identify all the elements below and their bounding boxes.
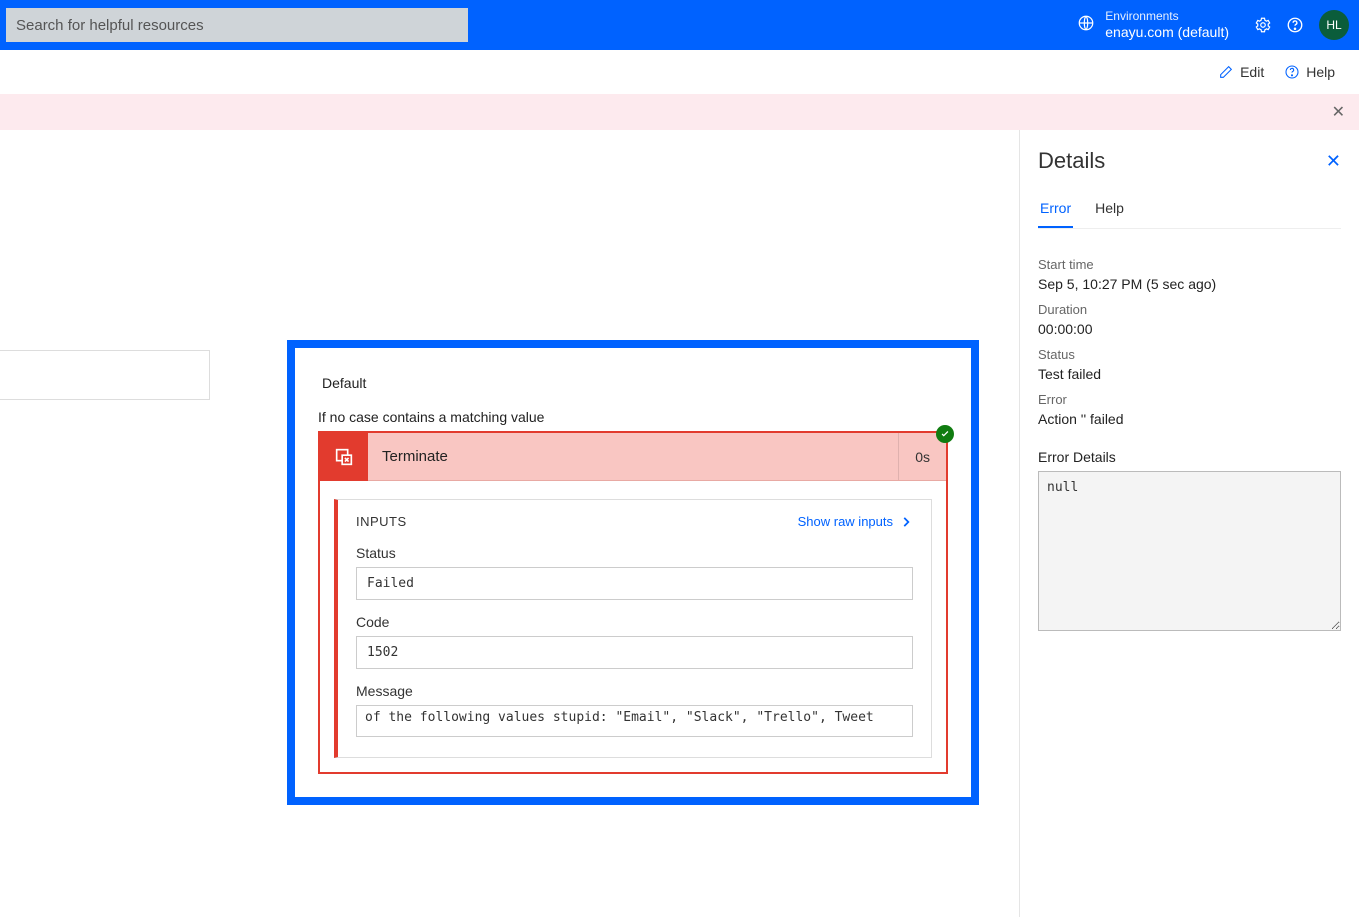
terminate-title: Terminate	[368, 448, 898, 465]
show-raw-inputs-label: Show raw inputs	[798, 514, 893, 529]
details-title: Details	[1038, 148, 1105, 174]
inputs-card: INPUTS Show raw inputs Status Failed Cod…	[334, 499, 932, 758]
environment-icon	[1077, 14, 1095, 37]
status-value: Failed	[356, 567, 913, 600]
tab-error[interactable]: Error	[1038, 194, 1073, 228]
environment-value: enayu.com (default)	[1105, 24, 1229, 41]
flow-selected-card[interactable]: Default If no case contains a matching v…	[287, 340, 979, 805]
details-close-button[interactable]: ✕	[1326, 151, 1341, 172]
details-tabs: Error Help	[1038, 194, 1341, 229]
environment-label: Environments	[1105, 9, 1229, 23]
edit-label: Edit	[1240, 64, 1264, 80]
environment-picker[interactable]: Environments enayu.com (default)	[1077, 9, 1229, 40]
message-label: Message	[356, 683, 913, 699]
duration-label: Duration	[1038, 302, 1341, 317]
status-detail-value: Test failed	[1038, 366, 1341, 382]
terminate-action[interactable]: Terminate 0s INPUTS Show raw inputs Stat…	[318, 431, 948, 774]
default-branch-label: Default	[322, 375, 948, 391]
code-label: Code	[356, 614, 913, 630]
error-label: Error	[1038, 392, 1341, 407]
case-description: If no case contains a matching value	[318, 409, 948, 425]
terminate-icon	[320, 433, 368, 481]
message-value[interactable]: of the following values stupid: "Email",…	[356, 705, 913, 737]
help-cmd-button[interactable]: Help	[1284, 64, 1335, 80]
help-button[interactable]	[1279, 9, 1311, 41]
main-area: Default If no case contains a matching v…	[0, 130, 1359, 917]
error-details-textarea[interactable]	[1038, 471, 1341, 631]
code-value: 1502	[356, 636, 913, 669]
error-value: Action '' failed	[1038, 411, 1341, 427]
top-bar: Environments enayu.com (default) HL	[0, 0, 1359, 50]
help-icon	[1284, 64, 1300, 80]
inputs-title: INPUTS	[356, 514, 407, 529]
duration-value: 00:00:00	[1038, 321, 1341, 337]
edit-icon	[1218, 64, 1234, 80]
command-bar: Edit Help	[0, 50, 1359, 94]
user-avatar[interactable]: HL	[1319, 10, 1349, 40]
edit-button[interactable]: Edit	[1218, 64, 1264, 80]
success-badge-icon	[936, 425, 954, 443]
help-cmd-label: Help	[1306, 64, 1335, 80]
start-time-value: Sep 5, 10:27 PM (5 sec ago)	[1038, 276, 1341, 292]
left-empty-card	[0, 350, 210, 400]
chevron-right-icon	[899, 515, 913, 529]
error-details-label: Error Details	[1038, 449, 1341, 465]
search-input[interactable]	[6, 8, 468, 42]
status-label: Status	[356, 545, 913, 561]
notification-close-button[interactable]: ✕	[1332, 102, 1345, 122]
canvas: Default If no case contains a matching v…	[0, 130, 1019, 917]
details-panel: Details ✕ Error Help Start time Sep 5, 1…	[1019, 130, 1359, 917]
notification-bar: ✕	[0, 94, 1359, 130]
status-detail-label: Status	[1038, 347, 1341, 362]
show-raw-inputs-link[interactable]: Show raw inputs	[798, 514, 913, 529]
settings-button[interactable]	[1247, 9, 1279, 41]
tab-help[interactable]: Help	[1093, 194, 1126, 228]
start-time-label: Start time	[1038, 257, 1341, 272]
